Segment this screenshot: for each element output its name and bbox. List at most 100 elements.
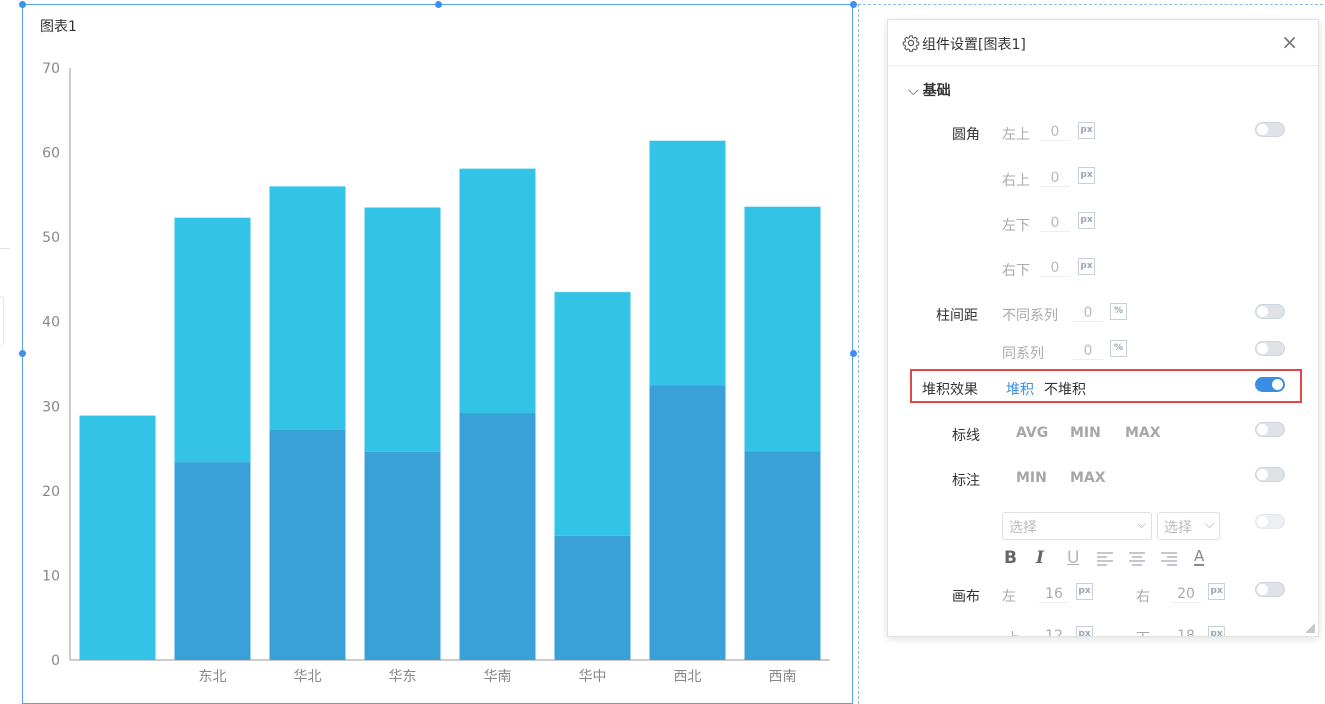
editor-canvas: 图表1 0 10 20 30 40 50 60 70 东北 华北 华东 华南 华中 西北 西南 组件设置[图…	[0, 0, 1325, 704]
bar-segment	[269, 429, 346, 660]
px-unit: px	[1076, 583, 1093, 600]
px-unit: px	[1208, 583, 1225, 600]
corner-tl-label: 左上	[1002, 127, 1030, 143]
gear-icon	[902, 35, 920, 52]
corner-radius-toggle[interactable]	[1255, 122, 1285, 137]
canvas-right-label: 右	[1136, 589, 1150, 605]
px-unit: px	[1078, 167, 1095, 184]
component-settings-panel: 组件设置[图表1] × ⌵ 基础 圆角 左上 0 px 右上 0 px 左下 0 …	[887, 19, 1319, 637]
corner-radius-label: 圆角	[952, 127, 980, 143]
same-series-label: 同系列	[1002, 346, 1044, 362]
font-family-select-value: 选择	[1009, 520, 1037, 536]
percent-unit: %	[1110, 303, 1127, 320]
px-unit: px	[1208, 626, 1225, 636]
bar-segment	[744, 451, 821, 660]
x-tick-label: 东北	[199, 669, 227, 685]
bar-segment	[269, 186, 346, 430]
corner-tr-input[interactable]: 0	[1040, 170, 1070, 187]
bar-segment	[554, 535, 631, 660]
px-unit: px	[1078, 122, 1095, 139]
x-tick-label: 西北	[674, 669, 702, 685]
bar-segment	[79, 415, 156, 660]
x-tick-label: 华北	[294, 669, 322, 685]
bar-segment	[744, 206, 821, 452]
canvas-right-input[interactable]: 20	[1171, 586, 1201, 603]
stack-effect-highlight	[910, 369, 1302, 403]
same-series-toggle[interactable]	[1255, 341, 1285, 356]
px-unit: px	[1078, 258, 1095, 275]
chevron-down-icon: ⌵	[1204, 517, 1214, 531]
chevron-down-icon: ⌵	[1136, 517, 1146, 531]
y-tick-label: 20	[42, 484, 60, 500]
align-right-icon[interactable]	[1160, 551, 1178, 567]
font-toggle[interactable]	[1255, 514, 1285, 529]
px-unit: px	[1078, 212, 1095, 229]
y-tick-label: 50	[42, 230, 60, 246]
y-tick-label: 30	[42, 399, 60, 415]
y-tick-label: 10	[42, 568, 60, 584]
font-size-select[interactable]: 选择 ⌵	[1157, 512, 1220, 540]
canvas-top-label: 上	[1006, 628, 1020, 636]
corner-tr-label: 右上	[1002, 173, 1030, 189]
y-tick-label: 70	[42, 61, 60, 77]
bar-segment	[364, 207, 441, 452]
x-tick-label: 华中	[579, 669, 607, 685]
markpoint-toggle[interactable]	[1255, 467, 1285, 482]
markline-toggle[interactable]	[1255, 422, 1285, 437]
x-tick-label: 华南	[484, 669, 512, 685]
panel-title: 组件设置[图表1]	[922, 37, 1026, 53]
canvas-label: 画布	[952, 589, 980, 605]
canvas-top-input[interactable]: 12	[1039, 628, 1069, 636]
bar-segment	[459, 413, 536, 660]
section-basic-label: 基础	[922, 83, 951, 99]
close-icon[interactable]: ×	[1281, 32, 1298, 52]
corner-tl-input[interactable]: 0	[1040, 124, 1070, 141]
align-center-icon[interactable]	[1128, 551, 1146, 567]
canvas-bottom-input[interactable]: 18	[1171, 628, 1201, 636]
align-left-icon[interactable]	[1096, 551, 1114, 567]
section-basic[interactable]: ⌵ 基础	[908, 80, 951, 100]
bold-icon[interactable]: B	[1004, 548, 1017, 568]
panel-resize-grip-icon[interactable]	[1305, 623, 1315, 633]
corner-br-input[interactable]: 0	[1040, 260, 1070, 277]
markline-avg[interactable]: AVG	[1016, 425, 1048, 441]
bar-segment	[174, 462, 251, 660]
canvas-bottom-label: 下	[1136, 628, 1150, 636]
corner-br-label: 右下	[1002, 263, 1030, 279]
chevron-down-icon: ⌵	[908, 83, 919, 99]
corner-bl-input[interactable]: 0	[1040, 215, 1070, 232]
bar-segment	[554, 292, 631, 536]
canvas-left-label: 左	[1002, 589, 1016, 605]
bar-segment	[649, 140, 726, 386]
markline-max[interactable]: MAX	[1125, 425, 1161, 441]
diff-series-toggle[interactable]	[1255, 304, 1285, 319]
markline-label: 标线	[952, 428, 980, 444]
y-tick-label: 40	[42, 315, 60, 331]
diff-series-label: 不同系列	[1002, 308, 1058, 324]
canvas-toggle[interactable]	[1255, 582, 1285, 597]
underline-icon[interactable]: U	[1067, 548, 1079, 568]
markpoint-min[interactable]: MIN	[1016, 470, 1047, 486]
markpoint-label: 标注	[952, 473, 980, 489]
bar-segment	[364, 451, 441, 660]
font-size-select-value: 选择	[1164, 520, 1192, 536]
corner-bl-label: 左下	[1002, 218, 1030, 234]
diff-series-input[interactable]: 0	[1073, 305, 1103, 322]
bar-segment	[174, 217, 251, 463]
same-series-input[interactable]: 0	[1073, 343, 1103, 360]
bar-chart: 0 10 20 30 40 50 60 70 东北 华北 华东 华南 华中 西北 西南	[42, 61, 830, 685]
font-family-select[interactable]: 选择 ⌵	[1002, 512, 1152, 540]
bar-spacing-label: 柱间距	[936, 308, 978, 324]
markpoint-max[interactable]: MAX	[1070, 470, 1106, 486]
panel-header: 组件设置[图表1] ×	[888, 20, 1318, 66]
bar-segment	[459, 168, 536, 414]
italic-icon[interactable]: I	[1036, 548, 1044, 568]
x-tick-label: 西南	[769, 669, 797, 685]
font-color-icon[interactable]: A	[1194, 548, 1205, 566]
y-tick-label: 60	[42, 146, 60, 162]
markline-min[interactable]: MIN	[1070, 425, 1101, 441]
canvas-left-input[interactable]: 16	[1039, 586, 1069, 603]
bar-segment	[649, 385, 726, 660]
y-tick-label: 0	[51, 653, 60, 669]
percent-unit: %	[1110, 340, 1127, 357]
